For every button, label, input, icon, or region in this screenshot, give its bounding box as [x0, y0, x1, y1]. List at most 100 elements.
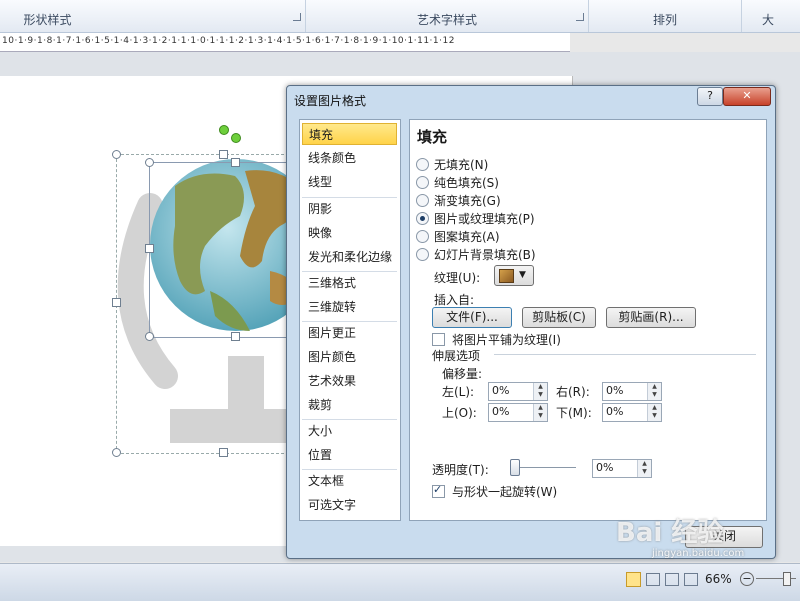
clipart-button[interactable]: 剪贴画(R)... [606, 307, 696, 328]
radio-gradient-fill-label: 渐变填充(G) [434, 194, 501, 208]
texture-dropdown[interactable]: ▼ [494, 265, 534, 286]
radio-solid-fill[interactable] [416, 176, 429, 189]
resize-handle[interactable] [112, 448, 121, 457]
rotation-handle[interactable] [231, 133, 241, 143]
radio-pattern-fill[interactable] [416, 230, 429, 243]
texture-swatch-icon [499, 269, 514, 283]
dialog-launcher-icon[interactable] [576, 13, 584, 21]
nav-item-crop[interactable]: 裁剪 [302, 394, 397, 416]
nav-item-picture-corrections[interactable]: 图片更正 [302, 322, 397, 344]
nav-item-position[interactable]: 位置 [302, 444, 397, 466]
slideshow-icon[interactable] [684, 573, 698, 586]
resize-handle[interactable] [231, 158, 240, 167]
ribbon-group-arrange: 排列 [589, 0, 742, 32]
nav-item-line-color[interactable]: 线条颜色 [302, 147, 397, 169]
ribbon-group-size: 大 [742, 0, 800, 32]
radio-no-fill[interactable] [416, 158, 429, 171]
radio-solid-fill-label: 纯色填充(S) [434, 176, 499, 190]
spinner-arrows-icon[interactable]: ▲ ▼ [647, 383, 661, 400]
panel-title: 填充 [417, 128, 448, 146]
rotate-with-shape-checkbox[interactable] [432, 483, 445, 498]
nav-item-3d-rotation[interactable]: 三维旋转 [302, 296, 397, 318]
radio-gradient-fill[interactable] [416, 194, 429, 207]
offset-left-label: 左(L): [442, 385, 475, 399]
resize-handle[interactable] [219, 150, 228, 159]
transparency-value: 0% [596, 461, 614, 474]
section-divider [494, 354, 756, 355]
resize-handle[interactable] [145, 244, 154, 253]
offset-right-value: 0% [606, 384, 624, 397]
ruler-ticks: 10·1·9·1·8·1·7·1·6·1·5·1·4·1·3·1·2·1·1·1… [2, 36, 455, 46]
ribbon-group-label: 形状样式 [23, 13, 72, 27]
ribbon-group-shape-styles: 形状样式 [0, 0, 306, 32]
spinner-arrows-icon[interactable]: ▲ ▼ [637, 460, 651, 477]
radio-slide-background-fill-label: 幻灯片背景填充(B) [434, 248, 536, 262]
offset-top-label: 上(O): [442, 406, 477, 420]
offset-top-input[interactable]: 0% ▲ ▼ [488, 403, 548, 422]
reading-view-icon[interactable] [665, 573, 679, 586]
tile-checkbox[interactable] [432, 333, 445, 346]
help-button[interactable]: ? [697, 87, 723, 106]
spinner-arrows-icon[interactable]: ▲ ▼ [533, 404, 547, 421]
close-icon[interactable]: ✕ [723, 87, 771, 106]
resize-handle[interactable] [145, 158, 154, 167]
transparency-label: 透明度(T): [432, 463, 489, 477]
transparency-slider-thumb[interactable] [510, 459, 520, 476]
spinner-arrows-icon[interactable]: ▲ ▼ [647, 404, 661, 421]
status-bar: 66% − [0, 563, 800, 601]
nav-item-reflection[interactable]: 映像 [302, 222, 397, 244]
dialog-title: 设置图片格式 [294, 94, 367, 108]
offset-left-input[interactable]: 0% ▲ ▼ [488, 382, 548, 401]
offset-label: 偏移量: [442, 367, 483, 381]
resize-handle[interactable] [145, 332, 154, 341]
ribbon-group-label: 艺术字样式 [416, 13, 477, 27]
nav-item-glow[interactable]: 发光和柔化边缘 [302, 246, 397, 268]
rotation-handle[interactable] [219, 125, 229, 135]
resize-handle[interactable] [112, 298, 121, 307]
slide-sorter-icon[interactable] [646, 573, 660, 586]
nav-item-artistic-effects[interactable]: 艺术效果 [302, 370, 397, 392]
clipboard-button[interactable]: 剪贴板(C) [522, 307, 596, 328]
nav-item-text-box[interactable]: 文本框 [302, 470, 397, 492]
offset-bottom-input[interactable]: 0% ▲ ▼ [602, 403, 662, 422]
stretch-options-label: 伸展选项 [432, 349, 481, 363]
category-list: 填充 线条颜色 线型 阴影 映像 发光和柔化边缘 三维格式 三维旋转 图片更正 … [299, 119, 401, 521]
dialog-launcher-icon[interactable] [293, 13, 301, 21]
nav-item-picture-color[interactable]: 图片颜色 [302, 346, 397, 368]
horizontal-ruler[interactable]: 10·1·9·1·8·1·7·1·6·1·5·1·4·1·3·1·2·1·1·1… [0, 33, 570, 52]
nav-item-fill[interactable]: 填充 [302, 123, 397, 145]
tile-checkbox-label: 将图片平铺为纹理(I) [452, 333, 561, 347]
format-picture-dialog: 设置图片格式 ? ✕ 填充 线条颜色 线型 阴影 映像 发光和柔化边缘 三维格式… [286, 85, 776, 559]
nav-item-alt-text[interactable]: 可选文字 [302, 494, 397, 516]
ribbon-group-label: 排列 [652, 13, 677, 27]
radio-picture-fill[interactable] [416, 212, 429, 225]
nav-item-3d-format[interactable]: 三维格式 [302, 272, 397, 294]
ribbon: 形状样式 艺术字样式 排列 大 [0, 0, 800, 33]
spinner-arrows-icon[interactable]: ▲ ▼ [533, 383, 547, 400]
offset-top-value: 0% [492, 405, 510, 418]
nav-item-size[interactable]: 大小 [302, 420, 397, 442]
zoom-level[interactable]: 66% [705, 572, 732, 586]
zoom-slider-thumb[interactable] [783, 572, 791, 586]
resize-handle[interactable] [219, 448, 228, 457]
watermark-url: jingyan.baidu.com [652, 548, 745, 559]
fill-panel: 填充 无填充(N) 纯色填充(S) 渐变填充(G) 图片或纹理填充(P) 图案填… [409, 119, 767, 521]
nav-item-shadow[interactable]: 阴影 [302, 198, 397, 220]
offset-bottom-value: 0% [606, 405, 624, 418]
resize-handle[interactable] [231, 332, 240, 341]
transparency-input[interactable]: 0% ▲ ▼ [592, 459, 652, 478]
radio-pattern-fill-label: 图案填充(A) [434, 230, 500, 244]
ribbon-group-label: 大 [762, 13, 775, 27]
resize-handle[interactable] [112, 150, 121, 159]
radio-slide-background-fill[interactable] [416, 248, 429, 261]
chevron-down-icon: ▼ [519, 270, 526, 280]
radio-picture-fill-label: 图片或纹理填充(P) [434, 212, 535, 226]
nav-item-line-style[interactable]: 线型 [302, 171, 397, 193]
zoom-out-icon[interactable]: − [740, 572, 754, 586]
file-button[interactable]: 文件(F)... [432, 307, 512, 328]
watermark-logo: Bai 经验 [616, 518, 724, 548]
offset-right-input[interactable]: 0% ▲ ▼ [602, 382, 662, 401]
normal-view-icon[interactable] [626, 572, 641, 587]
rotate-with-shape-label: 与形状一起旋转(W) [452, 485, 558, 499]
ribbon-group-wordart-styles: 艺术字样式 [306, 0, 589, 32]
